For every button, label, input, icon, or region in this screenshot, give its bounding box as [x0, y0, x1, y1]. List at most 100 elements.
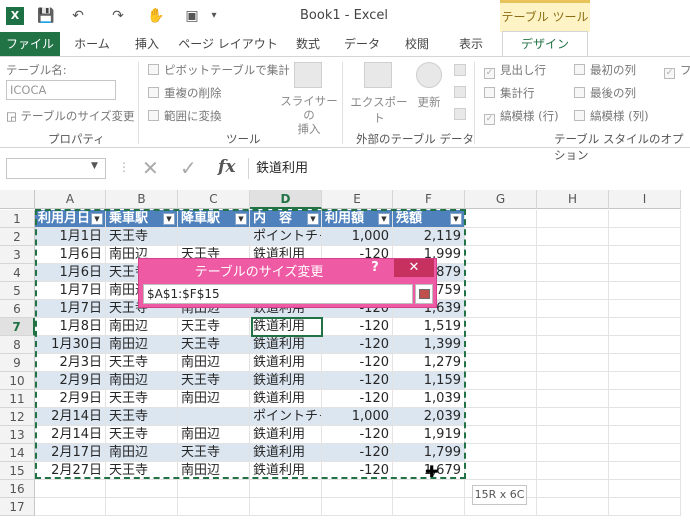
table-cell[interactable]: 天王寺 — [106, 462, 178, 480]
filter-dropdown-icon[interactable]: ▼ — [235, 213, 247, 225]
column-header-a[interactable]: A — [35, 190, 106, 209]
convert-to-range-button[interactable]: 範囲に変換 — [148, 108, 222, 124]
empty-cell[interactable] — [178, 498, 250, 516]
empty-cell[interactable] — [537, 246, 609, 264]
tab-data[interactable]: データ — [338, 32, 386, 56]
help-icon[interactable]: ? — [365, 260, 385, 275]
formula-input[interactable]: 鉄道利用 — [250, 158, 690, 179]
empty-cell[interactable] — [537, 462, 609, 480]
tab-review[interactable]: 校閲 — [394, 32, 440, 56]
table-cell[interactable]: 1,799 — [393, 444, 465, 462]
empty-cell[interactable] — [537, 444, 609, 462]
table-cell[interactable]: -120 — [322, 462, 393, 480]
qat-customize-icon[interactable]: ▾ — [204, 6, 224, 26]
empty-cell[interactable] — [609, 498, 681, 516]
empty-cell[interactable] — [537, 354, 609, 372]
table-cell[interactable]: 天王寺 — [106, 354, 178, 372]
remove-duplicates-button[interactable]: 重複の削除 — [148, 85, 222, 101]
table-cell[interactable]: 鉄道利用 — [250, 354, 322, 372]
table-cell[interactable] — [178, 228, 250, 246]
table-cell[interactable]: 鉄道利用 — [250, 444, 322, 462]
empty-cell[interactable] — [609, 246, 681, 264]
table-cell[interactable]: 南田辺 — [178, 354, 250, 372]
empty-cell[interactable] — [465, 390, 537, 408]
row-header-15[interactable]: 15 — [0, 462, 35, 480]
redo-icon[interactable]: ↷ — [108, 6, 128, 26]
table-cell[interactable]: 1,159 — [393, 372, 465, 390]
pivot-summary-button[interactable]: ピボットテーブルで集計 — [148, 62, 290, 78]
column-header-g[interactable]: G — [465, 190, 537, 209]
table-cell[interactable]: 1月8日 — [35, 318, 106, 336]
empty-cell[interactable] — [537, 480, 609, 498]
properties-icon[interactable] — [454, 64, 466, 76]
table-cell[interactable]: 南田辺 — [106, 336, 178, 354]
column-header-i[interactable]: I — [609, 190, 681, 209]
refresh-button[interactable]: 更新 — [412, 62, 446, 124]
empty-cell[interactable] — [609, 336, 681, 354]
tab-design[interactable]: デザイン — [502, 31, 588, 57]
table-cell[interactable]: 2月17日 — [35, 444, 106, 462]
enter-icon[interactable]: ✓ — [180, 156, 197, 180]
empty-cell[interactable] — [537, 408, 609, 426]
table-cell[interactable]: -120 — [322, 426, 393, 444]
empty-cell[interactable] — [609, 372, 681, 390]
empty-cell[interactable] — [609, 390, 681, 408]
row-header-17[interactable]: 17 — [0, 498, 35, 516]
table-cell[interactable]: 鉄道利用 — [250, 426, 322, 444]
row-header-5[interactable]: 5 — [0, 282, 35, 300]
total-row-checkbox[interactable]: 集計行 — [484, 85, 535, 101]
table-cell[interactable]: 天王寺 — [106, 228, 178, 246]
empty-cell[interactable] — [609, 480, 681, 498]
table-cell[interactable]: 1,919 — [393, 426, 465, 444]
touch-mode-icon[interactable]: ✋ — [146, 6, 166, 26]
empty-cell[interactable] — [537, 210, 609, 228]
row-header-1[interactable]: 1 — [0, 210, 35, 228]
range-input[interactable]: $A$1:$F$15 — [143, 284, 413, 304]
table-cell[interactable]: 2,039 — [393, 408, 465, 426]
empty-cell[interactable] — [393, 480, 465, 498]
empty-cell[interactable] — [465, 300, 537, 318]
empty-cell[interactable] — [537, 498, 609, 516]
table-header-cell[interactable]: 降車駅 ▼ — [178, 210, 250, 228]
empty-cell[interactable] — [465, 282, 537, 300]
table-cell[interactable]: -120 — [322, 336, 393, 354]
empty-cell[interactable] — [250, 498, 322, 516]
filter-dropdown-icon[interactable]: ▼ — [307, 213, 319, 225]
table-header-cell[interactable]: 利用額 ▼ — [322, 210, 393, 228]
empty-cell[interactable] — [609, 462, 681, 480]
table-cell[interactable]: 1月7日 — [35, 300, 106, 318]
row-header-13[interactable]: 13 — [0, 426, 35, 444]
banded-rows-checkbox[interactable]: ✓ 縞模様 (行) — [484, 108, 559, 125]
table-cell[interactable]: 1月1日 — [35, 228, 106, 246]
column-header-e[interactable]: E — [322, 190, 393, 209]
tab-formulas[interactable]: 数式 — [286, 32, 330, 56]
table-name-input[interactable]: ICOCA — [6, 80, 116, 100]
table-cell[interactable]: 2月9日 — [35, 390, 106, 408]
table-cell[interactable]: 2月27日 — [35, 462, 106, 480]
table-cell[interactable]: 1,039 — [393, 390, 465, 408]
filter-dropdown-icon[interactable]: ▼ — [450, 213, 462, 225]
empty-cell[interactable] — [465, 246, 537, 264]
row-header-12[interactable]: 12 — [0, 408, 35, 426]
table-cell[interactable]: ポイントチャ — [250, 228, 322, 246]
table-cell[interactable]: -120 — [322, 318, 393, 336]
insert-slicer-button[interactable]: スライサーの 挿入 — [280, 62, 338, 136]
row-header-3[interactable]: 3 — [0, 246, 35, 264]
empty-cell[interactable] — [537, 318, 609, 336]
empty-cell[interactable] — [465, 354, 537, 372]
table-cell[interactable]: 2,119 — [393, 228, 465, 246]
table-cell[interactable]: -120 — [322, 390, 393, 408]
column-header-f[interactable]: F — [393, 190, 465, 209]
row-header-9[interactable]: 9 — [0, 354, 35, 372]
range-picker-button[interactable] — [415, 284, 433, 304]
empty-cell[interactable] — [322, 480, 393, 498]
select-all-corner[interactable] — [0, 190, 35, 209]
table-cell[interactable]: 鉄道利用 — [250, 318, 322, 336]
filter-dropdown-icon[interactable]: ▼ — [378, 213, 390, 225]
table-cell[interactable]: 2月9日 — [35, 372, 106, 390]
empty-cell[interactable] — [537, 264, 609, 282]
table-cell[interactable]: 南田辺 — [106, 372, 178, 390]
header-row-checkbox[interactable]: ✓ 見出し行 — [484, 62, 546, 79]
empty-cell[interactable] — [465, 318, 537, 336]
empty-cell[interactable] — [609, 210, 681, 228]
